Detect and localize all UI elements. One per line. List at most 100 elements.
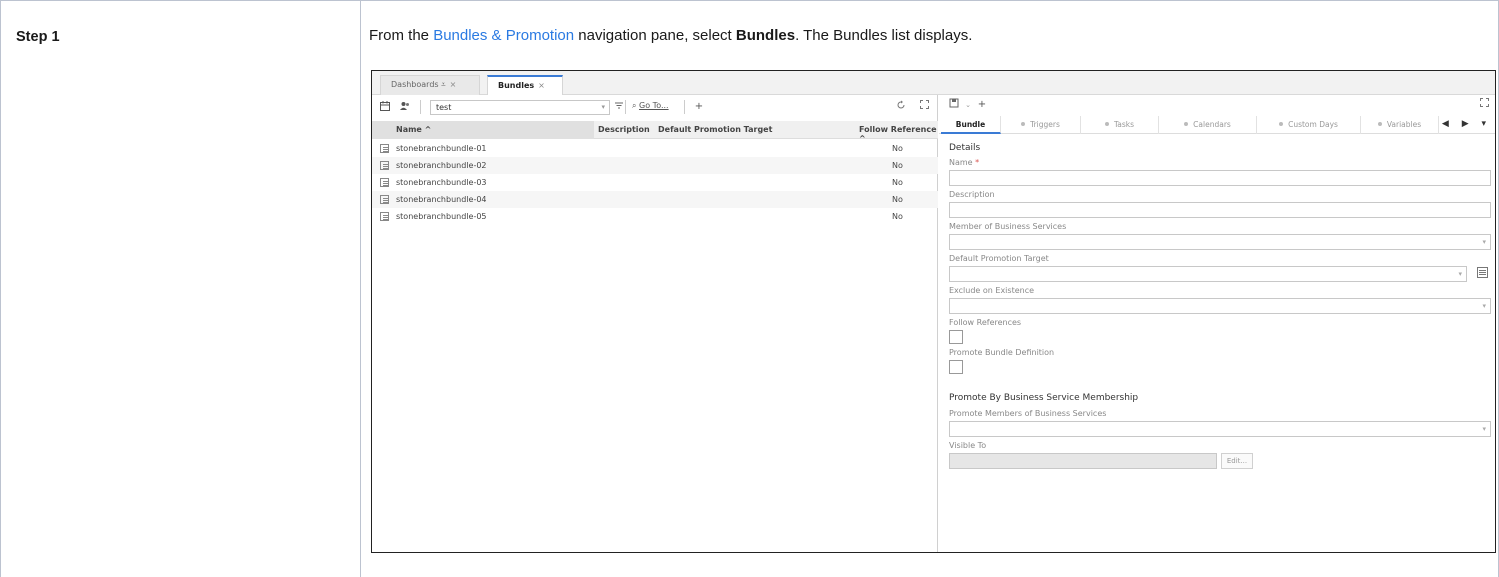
bundle-icon: [380, 195, 389, 204]
instruction-middle: navigation pane, select: [574, 27, 736, 44]
name-field[interactable]: [949, 170, 1491, 186]
table-row[interactable]: stonebranchbundle-01 No: [372, 140, 938, 157]
tab-variables-label: Variables: [1386, 120, 1422, 129]
close-icon[interactable]: ×: [450, 80, 457, 89]
table-row[interactable]: stonebranchbundle-05 No: [372, 208, 938, 225]
step-cell: Step 1: [1, 1, 361, 577]
toolbar-divider: [684, 100, 685, 114]
table-row[interactable]: stonebranchbundle-02 No: [372, 157, 938, 174]
refresh-icon[interactable]: [894, 100, 908, 114]
tab-triggers[interactable]: Triggers: [1001, 116, 1081, 134]
follow-references-checkbox[interactable]: [949, 330, 963, 344]
add-icon[interactable]: +: [975, 98, 989, 112]
row-follow: No: [892, 178, 903, 187]
step-label: Step 1: [16, 29, 60, 45]
list-header: Name ^ Description Default Promotion Tar…: [372, 121, 938, 143]
row-name: stonebranchbundle-02: [396, 161, 487, 170]
tab-dashboards[interactable]: Dashboards ⩡ ×: [380, 75, 480, 95]
column-header-default-target[interactable]: Default Promotion Target: [658, 125, 772, 134]
row-follow: No: [892, 144, 903, 153]
list-toolbar: test ▾ ⌕ Go To... +: [372, 95, 938, 119]
toolbar-divider: [625, 100, 626, 114]
close-icon[interactable]: ×: [538, 81, 545, 90]
instruction-text: From the Bundles & Promotion navigation …: [369, 27, 972, 44]
table-row[interactable]: stonebranchbundle-03 No: [372, 174, 938, 191]
description-field[interactable]: [949, 202, 1491, 218]
tab-custom-days[interactable]: Custom Days: [1257, 116, 1361, 134]
row-name: stonebranchbundle-03: [396, 178, 487, 187]
follow-references-label: Follow References: [949, 318, 1022, 327]
row-follow: No: [892, 195, 903, 204]
detail-tabs: Bundle Triggers Tasks Calendars Custom D…: [939, 116, 1495, 134]
bundle-icon: [380, 178, 389, 187]
edit-button[interactable]: Edit...: [1221, 453, 1253, 469]
dot-icon: [1184, 122, 1189, 126]
member-select[interactable]: ▾: [949, 234, 1491, 250]
default-target-select[interactable]: ▾: [949, 266, 1467, 282]
instruction-suffix: . The Bundles list displays.: [795, 27, 973, 44]
bundle-icon: [380, 212, 389, 221]
chevron-down-icon[interactable]: ▾: [1458, 270, 1462, 278]
dot-icon: [1021, 122, 1026, 126]
details-icon[interactable]: [1475, 267, 1489, 281]
chevron-down-icon[interactable]: ▾: [1482, 238, 1486, 246]
description-label: Description: [949, 190, 995, 199]
goto-button[interactable]: ⌕ Go To...: [632, 101, 669, 111]
tab-tasks[interactable]: Tasks: [1081, 116, 1159, 134]
row-name: stonebranchbundle-05: [396, 212, 487, 221]
add-icon[interactable]: +: [692, 100, 706, 114]
chevron-down-icon[interactable]: ▾: [1482, 302, 1486, 310]
maximize-icon[interactable]: [917, 100, 931, 114]
name-label: Name *: [949, 158, 979, 167]
tab-scroll-arrows[interactable]: ◀ ▶ ▾: [1442, 119, 1491, 129]
tab-dashboards-label: Dashboards ⩡: [391, 80, 446, 89]
row-follow: No: [892, 161, 903, 170]
search-input[interactable]: test ▾: [430, 100, 610, 115]
tab-variables[interactable]: Variables: [1361, 116, 1439, 134]
tab-calendars[interactable]: Calendars: [1159, 116, 1257, 134]
exclude-label: Exclude on Existence: [949, 286, 1035, 295]
maximize-icon[interactable]: [1477, 98, 1491, 112]
column-header-description[interactable]: Description: [598, 125, 650, 134]
chevron-down-icon[interactable]: ▾: [1482, 425, 1486, 433]
tab-triggers-label: Triggers: [1030, 120, 1060, 129]
bundles-list-pane: test ▾ ⌕ Go To... + Name ^ Description De…: [372, 95, 938, 552]
save-icon[interactable]: [947, 98, 961, 112]
row-name: stonebranchbundle-04: [396, 195, 487, 204]
bundles-promotion-link[interactable]: Bundles & Promotion: [433, 27, 574, 44]
table-row[interactable]: stonebranchbundle-04 No: [372, 191, 938, 208]
instruction-bold: Bundles: [735, 27, 796, 44]
promote-members-select[interactable]: ▾: [949, 421, 1491, 437]
detail-toolbar: ⌄ +: [939, 95, 1495, 115]
instruction-prefix: From the: [369, 27, 434, 44]
chevron-down-icon[interactable]: ▾: [601, 103, 605, 111]
goto-label: Go To...: [639, 101, 669, 110]
dot-icon: [1279, 122, 1284, 126]
tab-tasks-label: Tasks: [1113, 120, 1135, 129]
promote-definition-checkbox[interactable]: [949, 360, 963, 374]
member-label: Member of Business Services: [949, 222, 1067, 231]
required-mark: *: [975, 158, 980, 167]
row-follow: No: [892, 212, 903, 221]
section-promote-by-membership: Promote By Business Service Membership: [949, 393, 1139, 403]
tab-custom-days-label: Custom Days: [1288, 120, 1338, 129]
bundle-detail-pane: ⌄ + Bundle Triggers Tasks Calendars Cust…: [939, 95, 1495, 552]
section-details: Details: [949, 143, 981, 153]
column-header-name[interactable]: Name ^: [372, 121, 594, 139]
visible-to-field: [949, 453, 1217, 469]
users-icon[interactable]: [398, 100, 412, 114]
tab-bundles[interactable]: Bundles ×: [487, 75, 563, 95]
tab-bundle[interactable]: Bundle: [941, 116, 1001, 134]
toolbar-divider: [420, 100, 421, 114]
filter-icon[interactable]: [612, 100, 626, 114]
new-bundle-icon[interactable]: [378, 100, 392, 114]
search-icon: ⌕: [632, 101, 637, 110]
name-label-text: Name: [949, 158, 973, 167]
tab-calendars-label: Calendars: [1193, 120, 1231, 129]
app-tab-bar: Dashboards ⩡ × Bundles ×: [372, 71, 1495, 95]
row-name: stonebranchbundle-01: [396, 144, 487, 153]
dot-icon: [1104, 122, 1109, 126]
exclude-select[interactable]: ▾: [949, 298, 1491, 314]
tab-bundles-label: Bundles: [498, 81, 535, 90]
chevron-down-icon[interactable]: ⌄: [961, 98, 975, 112]
